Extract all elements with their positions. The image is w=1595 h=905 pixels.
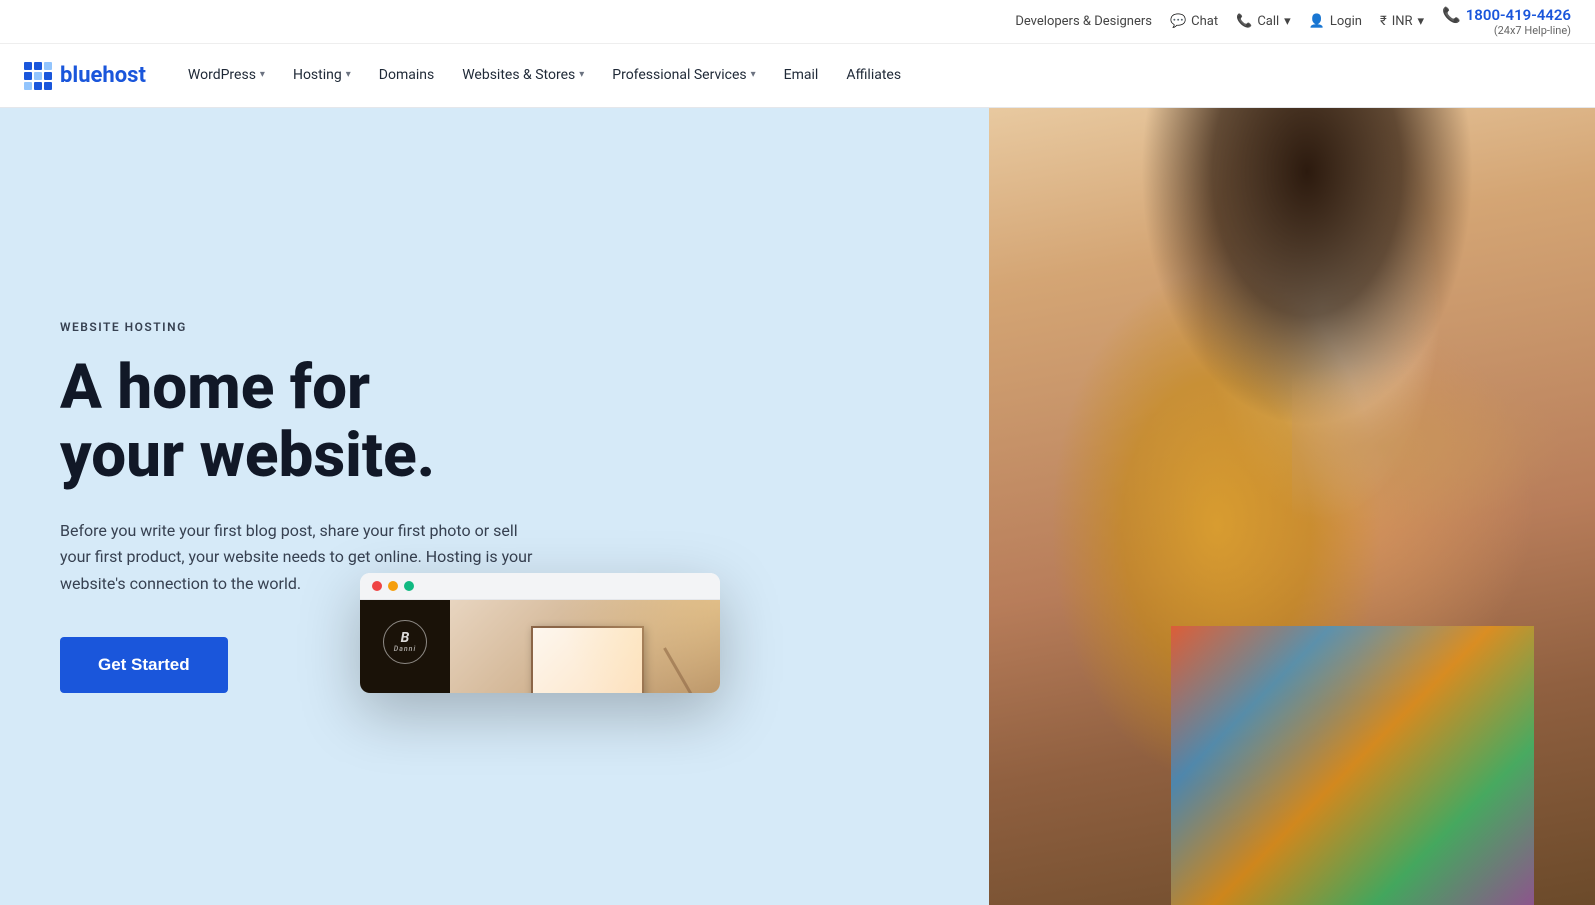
developers-link[interactable]: Developers & Designers [1015, 14, 1152, 29]
nav-item-hosting[interactable]: Hosting ▾ [279, 44, 365, 108]
hero-title-line2: your website. [60, 419, 435, 492]
nav-item-email[interactable]: Email [770, 44, 833, 108]
nav-websites-label: Websites & Stores [462, 67, 575, 83]
call-icon: 📞 [1236, 14, 1252, 29]
get-started-button[interactable]: Get Started [60, 637, 228, 693]
nav-hosting-label: Hosting [293, 67, 342, 83]
browser-dot-red [372, 581, 382, 591]
browser-mockup: B Danni CANVAS PAINTS SHOP BLOG ABOUT US [360, 573, 720, 693]
logo-link[interactable]: bluehost [24, 62, 146, 90]
navbar: bluehost WordPress ▾ Hosting ▾ Domains W… [0, 44, 1595, 108]
artist-background [989, 108, 1595, 905]
hero-title: A home for your website. [60, 354, 929, 490]
chevron-down-icon-hosting: ▾ [346, 69, 351, 80]
chevron-down-icon-wordpress: ▾ [260, 69, 265, 80]
browser-sidebar: B Danni CANVAS PAINTS SHOP BLOG ABOUT US [360, 600, 450, 693]
phone-subtext: (24x7 Help-line) [1494, 24, 1571, 37]
call-label: Call [1257, 14, 1279, 29]
nav-wordpress-label: WordPress [188, 67, 256, 83]
top-bar: Developers & Designers 💬 Chat 📞 Call ▾ 👤… [0, 0, 1595, 44]
phone-icon: 📞 [1442, 6, 1461, 24]
nav-item-wordpress[interactable]: WordPress ▾ [174, 44, 279, 108]
currency-label: INR [1392, 14, 1413, 29]
currency-icon: ₹ [1380, 14, 1387, 29]
browser-main-content [450, 600, 720, 693]
user-icon: 👤 [1309, 14, 1325, 29]
browser-dot-green [404, 581, 414, 591]
top-bar-actions: Developers & Designers 💬 Chat 📞 Call ▾ 👤… [1015, 6, 1571, 37]
hero-eyebrow: WEBSITE HOSTING [60, 320, 929, 334]
logo-grid-icon [24, 62, 52, 90]
nav-email-label: Email [784, 67, 819, 83]
phone-block: 📞 1800-419-4426 (24x7 Help-line) [1442, 6, 1571, 37]
chevron-down-icon-2: ▾ [1418, 14, 1425, 29]
hero-right-image [989, 108, 1595, 905]
hero-section: WEBSITE HOSTING A home for your website.… [0, 108, 1595, 905]
nav-item-affiliates[interactable]: Affiliates [832, 44, 915, 108]
login-link[interactable]: 👤 Login [1309, 14, 1362, 29]
chevron-down-icon-professional: ▾ [751, 69, 756, 80]
nav-item-domains[interactable]: Domains [365, 44, 448, 108]
nav-domains-label: Domains [379, 67, 434, 83]
developers-label: Developers & Designers [1015, 14, 1152, 29]
hero-left: WEBSITE HOSTING A home for your website.… [0, 108, 989, 905]
chevron-down-icon: ▾ [1284, 14, 1291, 29]
hero-title-line1: A home for [60, 351, 370, 424]
browser-dot-yellow [388, 581, 398, 591]
currency-link[interactable]: ₹ INR ▾ [1380, 14, 1424, 29]
chat-label: Chat [1191, 14, 1218, 29]
nav-affiliates-label: Affiliates [846, 67, 901, 83]
logo-text: bluehost [60, 63, 146, 88]
nav-professional-label: Professional Services [612, 67, 746, 83]
login-label: Login [1330, 14, 1362, 29]
chat-link[interactable]: 💬 Chat [1170, 14, 1218, 29]
browser-bar [360, 573, 720, 600]
chat-icon: 💬 [1170, 14, 1186, 29]
browser-logo: B Danni [383, 620, 427, 664]
nav-links: WordPress ▾ Hosting ▾ Domains Websites &… [174, 44, 1571, 108]
call-link[interactable]: 📞 Call ▾ [1236, 14, 1291, 29]
nav-item-websites[interactable]: Websites & Stores ▾ [448, 44, 598, 108]
browser-content: B Danni CANVAS PAINTS SHOP BLOG ABOUT US [360, 600, 720, 693]
phone-number: 📞 1800-419-4426 [1442, 6, 1571, 24]
nav-item-professional[interactable]: Professional Services ▾ [598, 44, 769, 108]
chevron-down-icon-websites: ▾ [579, 69, 584, 80]
